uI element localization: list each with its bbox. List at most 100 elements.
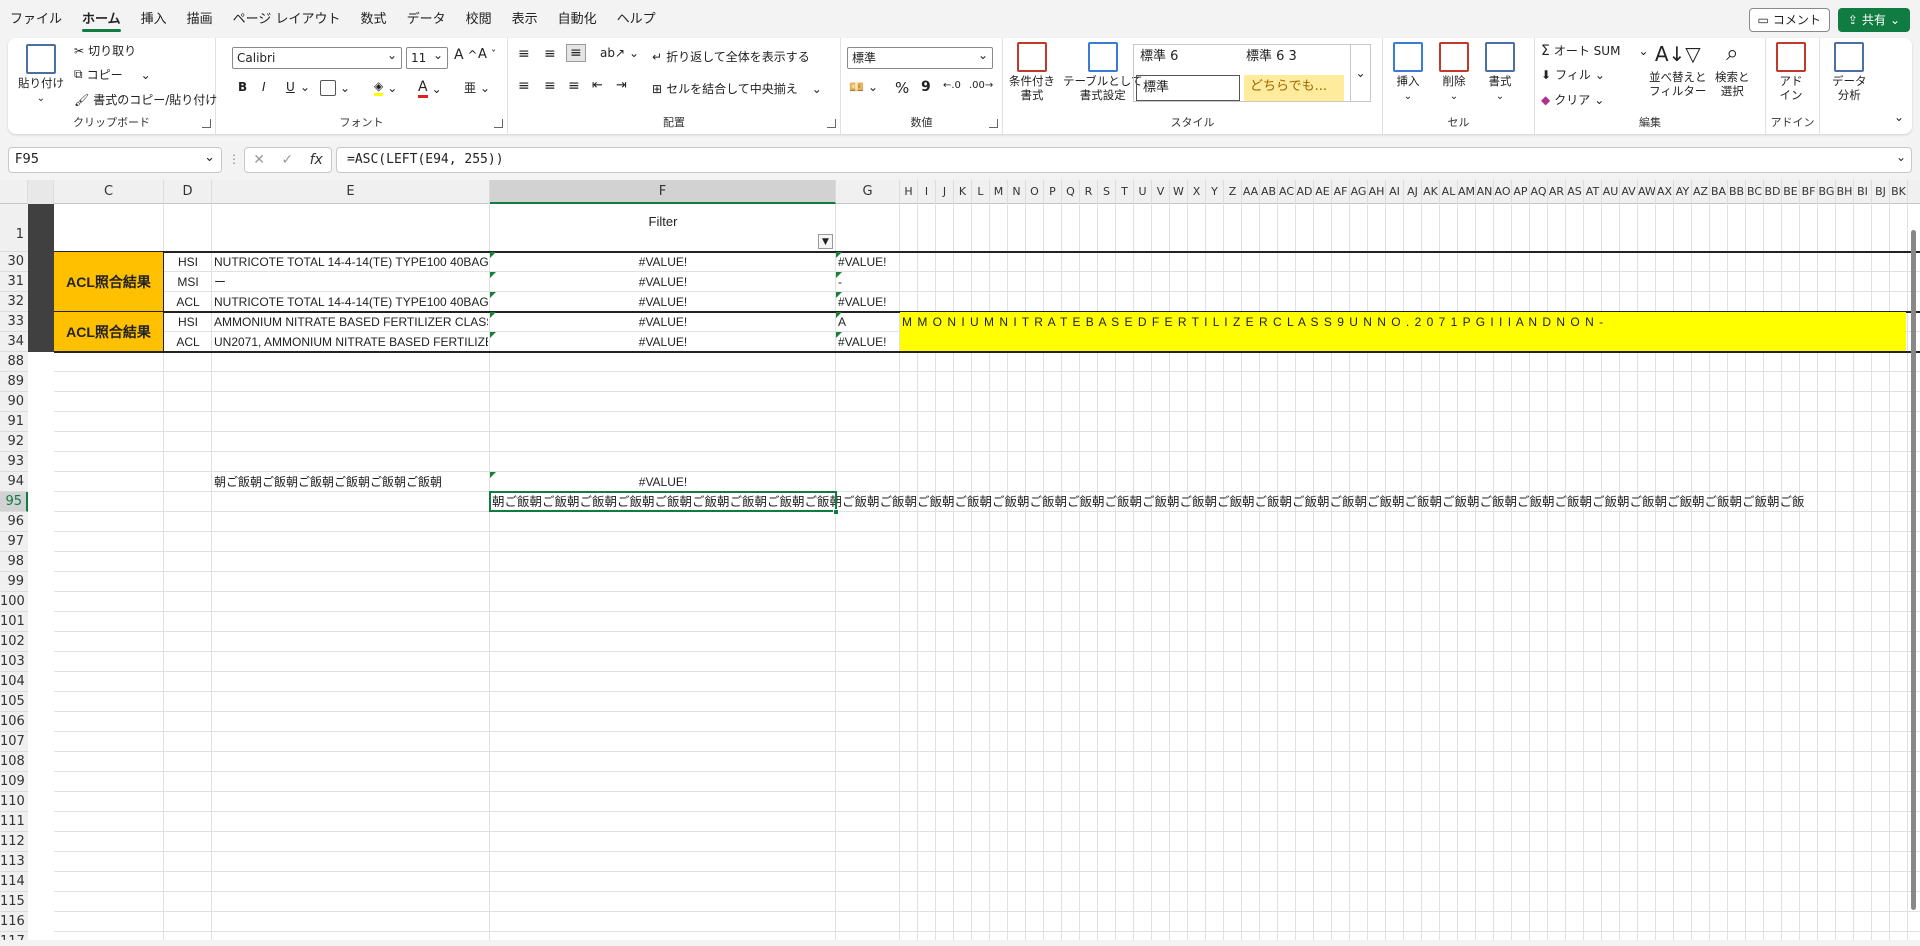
column-header-ai[interactable]: AI [1386, 180, 1404, 204]
row-header-1[interactable]: 1 [0, 204, 28, 252]
column-header-l[interactable]: L [972, 180, 990, 204]
row-header-103[interactable]: 103 [0, 652, 28, 672]
row-header-111[interactable]: 111 [0, 812, 28, 832]
acl-result-1[interactable]: ACL照合結果 [54, 252, 164, 312]
row-header-110[interactable]: 110 [0, 792, 28, 812]
row-header-100[interactable]: 100 [0, 592, 28, 612]
column-header-u[interactable]: U [1134, 180, 1152, 204]
clipboard-launcher[interactable] [202, 119, 211, 128]
row-header-104[interactable]: 104 [0, 672, 28, 692]
column-header-bh[interactable]: BH [1836, 180, 1854, 204]
name-box[interactable]: F95 [8, 146, 222, 173]
cell-e32[interactable]: NUTRICOTE TOTAL 14-4-14(TE) TYPE100 40BA… [214, 292, 488, 312]
cell-d31[interactable]: MSI [166, 272, 210, 292]
decrease-indent-button[interactable]: ⇤ [592, 78, 603, 93]
cell-e94[interactable]: 朝ご飯朝ご飯朝ご飯朝ご飯朝ご飯朝ご飯朝 [214, 472, 488, 492]
decrease-decimal-button[interactable]: .00→ [969, 80, 993, 91]
copy-button[interactable]: ⧉ コピー ⌄ [74, 66, 151, 83]
row-header-117[interactable]: 117 [0, 932, 28, 940]
tab-insert[interactable]: 挿入 [131, 0, 177, 38]
cell-f32[interactable]: #VALUE! [492, 292, 834, 312]
row-header-91[interactable]: 91 [0, 412, 28, 432]
cell-f30[interactable]: #VALUE! [492, 252, 834, 272]
orientation-button[interactable]: ab↗ ⌄ [600, 46, 639, 60]
column-header-m[interactable]: M [990, 180, 1008, 204]
align-middle-button[interactable]: ≡ [544, 46, 556, 62]
column-header-k[interactable]: K [954, 180, 972, 204]
acl-result-2[interactable]: ACL照合結果 [54, 312, 164, 352]
column-header-t[interactable]: T [1116, 180, 1134, 204]
filter-dropdown-icon[interactable]: ▼ [818, 234, 833, 249]
find-select-button[interactable]: ⌕ 検索と 選択 [1715, 40, 1750, 98]
column-header-af[interactable]: AF [1332, 180, 1350, 204]
format-as-table-button[interactable]: テーブルとして 書式設定 [1063, 42, 1142, 102]
autosum-button[interactable]: Σ オート SUM ⌄ [1541, 42, 1649, 59]
row-header-96[interactable]: 96 [0, 512, 28, 532]
column-header-v[interactable]: V [1152, 180, 1170, 204]
column-header-az[interactable]: AZ [1692, 180, 1710, 204]
style-normal[interactable]: 標準 [1136, 75, 1240, 101]
column-header-ac[interactable]: AC [1278, 180, 1296, 204]
column-header-as[interactable]: AS [1566, 180, 1584, 204]
column-header-at[interactable]: AT [1584, 180, 1602, 204]
sort-filter-button[interactable]: A↓▽ 並べ替えと フィルター [1649, 40, 1707, 98]
cell-e33[interactable]: AMMONIUM NITRATE BASED FERTILIZER CLASS [214, 312, 488, 332]
column-header-y[interactable]: Y [1206, 180, 1224, 204]
column-header-ae[interactable]: AE [1314, 180, 1332, 204]
column-header-ag[interactable]: AG [1350, 180, 1368, 204]
style-neutral[interactable]: どちらでも... [1244, 75, 1344, 101]
column-header-bg[interactable]: BG [1818, 180, 1836, 204]
cell-g31[interactable]: - [838, 272, 898, 292]
currency-button[interactable]: 💴 ⌄ [849, 80, 878, 94]
tab-data[interactable]: データ [397, 0, 456, 38]
formula-input[interactable]: =ASC(LEFT(E94, 255)) [336, 147, 1912, 173]
clear-button[interactable]: ◆ クリア ⌄ [1541, 91, 1604, 108]
column-header-z[interactable]: Z [1224, 180, 1242, 204]
column-header-aa[interactable]: AA [1242, 180, 1260, 204]
cell-d30[interactable]: HSI [166, 252, 210, 272]
collapse-ribbon-button[interactable]: ⌄ [1894, 110, 1904, 124]
column-header-am[interactable]: AM [1458, 180, 1476, 204]
cut-button[interactable]: ✂ 切り取り [74, 42, 136, 59]
wrap-text-button[interactable]: ↵ 折り返して全体を表示する [652, 48, 810, 65]
cell-f33[interactable]: #VALUE! [492, 312, 834, 332]
style-normal-6[interactable]: 標準 6 [1134, 45, 1240, 71]
enter-icon[interactable]: ✓ [281, 152, 293, 168]
cell-g30[interactable]: #VALUE! [838, 252, 898, 272]
column-header-ab[interactable]: AB [1260, 180, 1278, 204]
row-header-95[interactable]: 95 [0, 492, 28, 512]
font-color-button[interactable]: A ⌄ [418, 79, 442, 98]
column-header-be[interactable]: BE [1782, 180, 1800, 204]
row-header-94[interactable]: 94 [0, 472, 28, 492]
format-cells-button[interactable]: 書式 ⌄ [1485, 42, 1515, 104]
comment-button[interactable]: ▭ コメント [1748, 8, 1830, 32]
row-header-99[interactable]: 99 [0, 572, 28, 592]
column-header-r[interactable]: R [1080, 180, 1098, 204]
row-header-34[interactable]: 34 [0, 332, 28, 352]
addins-button[interactable]: アド イン [1776, 42, 1806, 102]
percent-button[interactable]: % [895, 79, 909, 97]
paste-button[interactable]: 貼り付け ⌄ [18, 44, 64, 106]
row-header-31[interactable]: 31 [0, 272, 28, 292]
column-header-an[interactable]: AN [1476, 180, 1494, 204]
cell-d34[interactable]: ACL [166, 332, 210, 352]
fill-handle[interactable] [833, 509, 839, 515]
row-header-114[interactable]: 114 [0, 872, 28, 892]
row-header-30[interactable]: 30 [0, 252, 28, 272]
column-header-aq[interactable]: AQ [1530, 180, 1548, 204]
row-header-89[interactable]: 89 [0, 372, 28, 392]
cell-d32[interactable]: ACL [166, 292, 210, 312]
fill-button[interactable]: ⬇ フィル ⌄ [1541, 66, 1605, 83]
column-header-au[interactable]: AU [1602, 180, 1620, 204]
style-normal-63[interactable]: 標準 6 3 [1240, 45, 1346, 71]
increase-decimal-button[interactable]: ←.0 [943, 80, 961, 91]
column-header-d[interactable]: D [164, 180, 212, 204]
column-header-ax[interactable]: AX [1656, 180, 1674, 204]
cell-g32[interactable]: #VALUE! [838, 292, 898, 312]
cell-e31[interactable]: ー [214, 272, 488, 292]
cell-f31[interactable]: #VALUE! [492, 272, 834, 292]
row-header-93[interactable]: 93 [0, 452, 28, 472]
format-painter-button[interactable]: 🖌 書式のコピー/貼り付け [74, 91, 217, 108]
column-header-ad[interactable]: AD [1296, 180, 1314, 204]
number-format-select[interactable]: 標準 [847, 45, 993, 69]
